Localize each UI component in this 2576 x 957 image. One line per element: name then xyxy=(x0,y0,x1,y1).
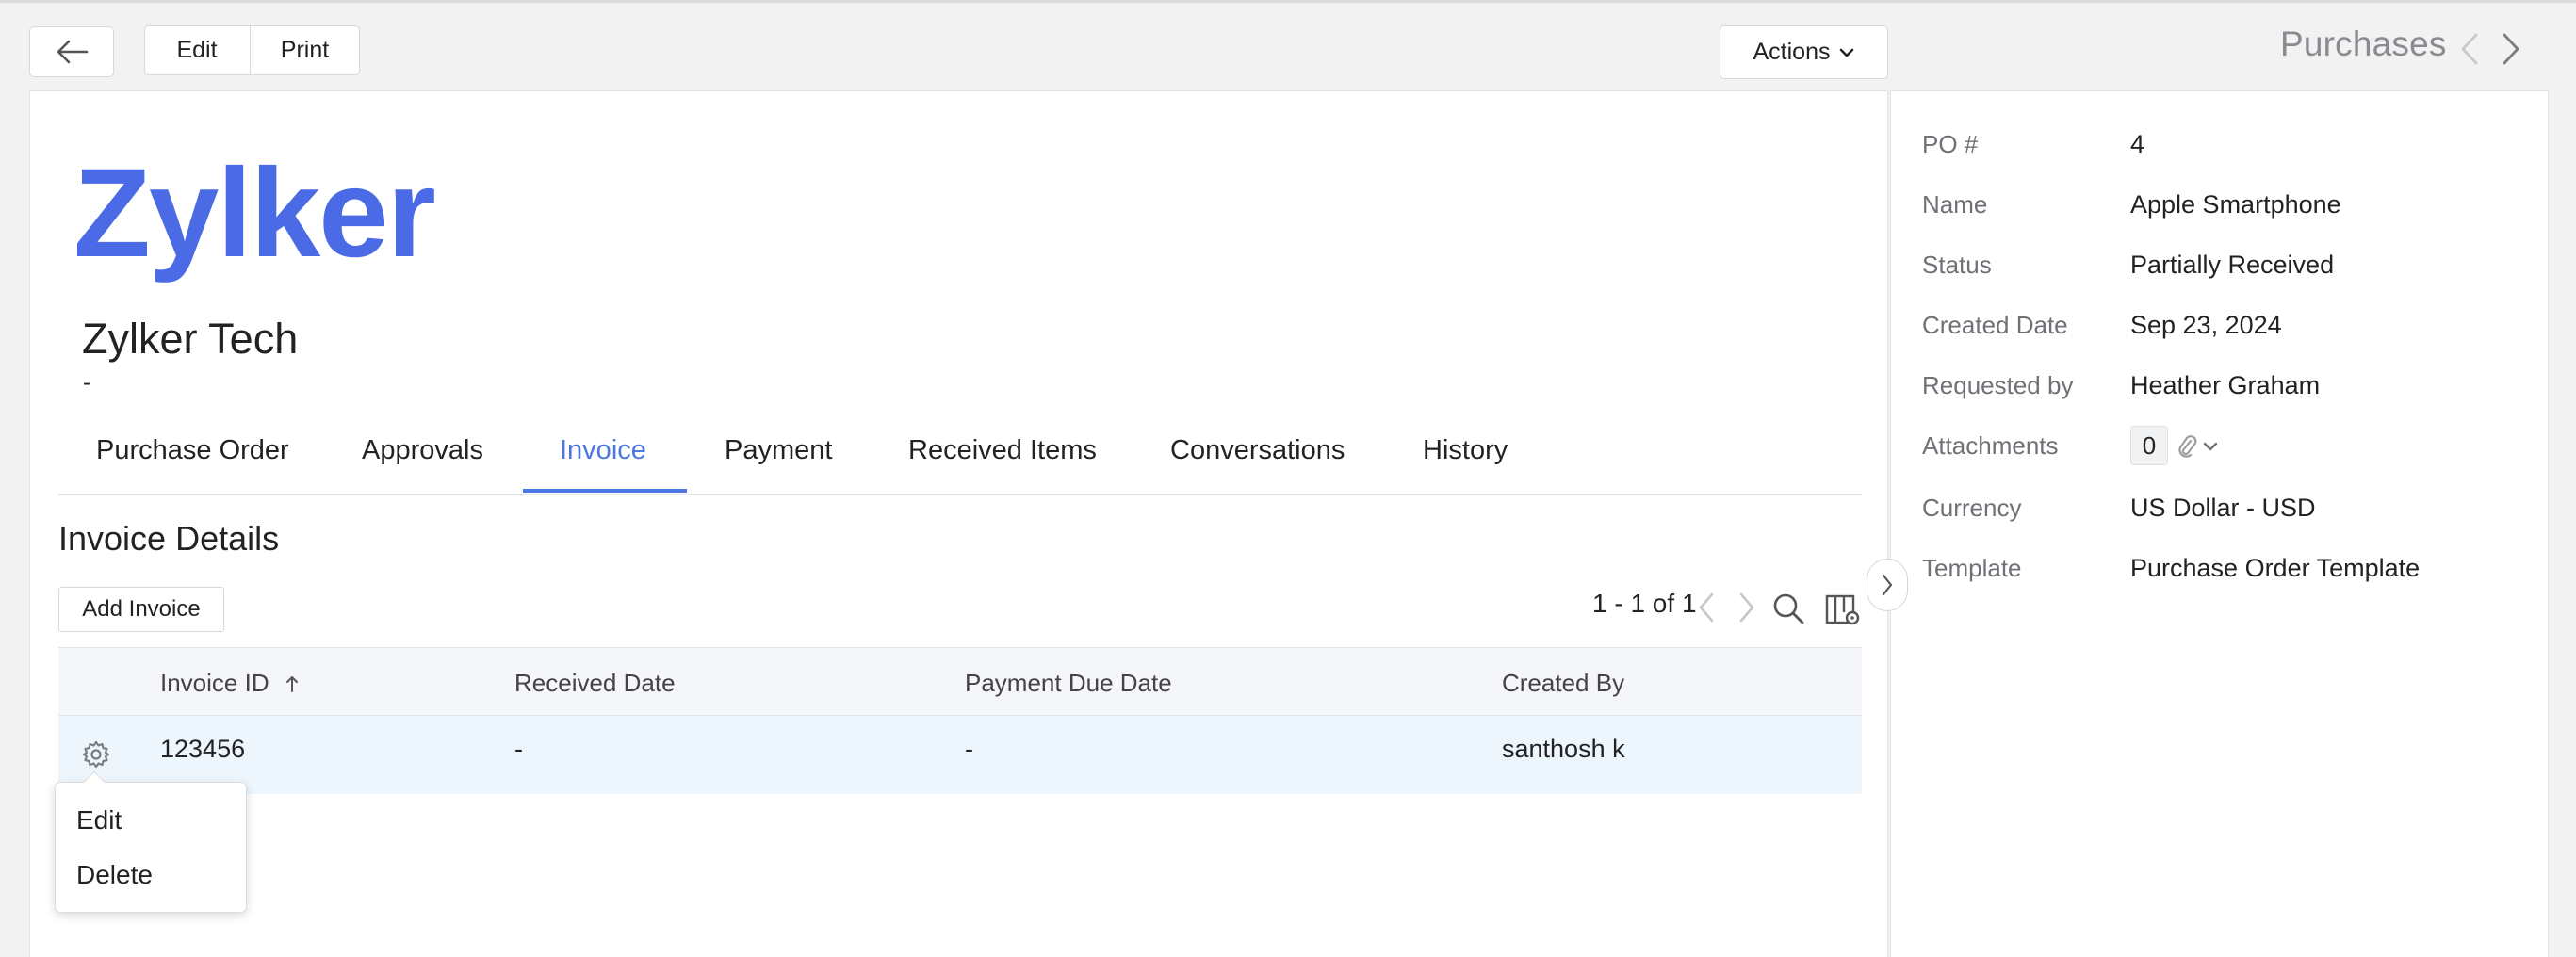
company-name: Zylker Tech xyxy=(82,315,299,363)
row-action-menu: Edit Delete xyxy=(55,782,247,913)
detail-label-currency: Currency xyxy=(1922,494,2022,522)
next-record-icon[interactable] xyxy=(2499,32,2523,66)
back-button[interactable] xyxy=(29,26,114,77)
tab-invoice[interactable]: Invoice xyxy=(560,435,646,466)
search-icon[interactable] xyxy=(1771,592,1805,625)
detail-label-po-number: PO # xyxy=(1922,130,1979,158)
column-label: Invoice ID xyxy=(160,669,269,697)
cell-created-by: santhosh k xyxy=(1502,735,1625,763)
detail-value-status: Partially Received xyxy=(2130,251,2335,279)
tab-bar: Purchase Order Approvals Invoice Payment… xyxy=(58,424,1862,495)
cell-payment-due-date: - xyxy=(965,735,973,763)
column-header-payment-due-date[interactable]: Payment Due Date xyxy=(965,669,1172,698)
sort-arrow-up-icon xyxy=(285,676,298,692)
actions-button[interactable]: Actions xyxy=(1720,25,1888,79)
detail-label-template: Template xyxy=(1922,554,2022,582)
detail-label-status: Status xyxy=(1922,251,1992,279)
module-title: Purchases xyxy=(2280,24,2447,63)
company-logo: Zylker xyxy=(73,143,436,284)
chevron-right-icon xyxy=(1882,574,1893,596)
chevron-left-icon[interactable] xyxy=(1696,591,1717,624)
column-header-invoice-id[interactable]: Invoice ID xyxy=(160,669,299,698)
table-header: Invoice ID Received Date Payment Due Dat… xyxy=(58,647,1862,716)
tab-payment[interactable]: Payment xyxy=(725,435,832,466)
detail-value-name: Apple Smartphone xyxy=(2130,190,2341,219)
detail-value-currency: US Dollar - USD xyxy=(2130,494,2316,522)
detail-value-requested-by: Heather Graham xyxy=(2130,371,2321,399)
paperclip-icon[interactable] xyxy=(2176,433,2198,460)
section-title: Invoice Details xyxy=(58,519,280,558)
table-row[interactable]: 123456 - - santhosh k xyxy=(58,716,1862,794)
chevron-down-icon xyxy=(1840,48,1854,57)
detail-label-attachments: Attachments xyxy=(1922,431,2059,460)
tab-conversations[interactable]: Conversations xyxy=(1170,435,1345,466)
gear-icon[interactable] xyxy=(80,738,112,770)
pagination-text: 1 - 1 of 1 xyxy=(1592,589,1697,618)
print-button[interactable]: Print xyxy=(251,26,360,74)
add-invoice-button[interactable]: Add Invoice xyxy=(58,587,224,632)
detail-value-po-number: 4 xyxy=(2130,130,2145,158)
edit-button[interactable]: Edit xyxy=(145,26,251,74)
details-panel xyxy=(1890,90,2549,957)
chevron-right-icon[interactable] xyxy=(1736,591,1757,624)
detail-value-created-date: Sep 23, 2024 xyxy=(2130,311,2282,339)
previous-record-icon[interactable] xyxy=(2457,32,2482,66)
company-subtext: - xyxy=(83,370,90,396)
top-border xyxy=(0,0,2576,3)
column-header-created-by[interactable]: Created By xyxy=(1502,669,1624,698)
cell-invoice-id[interactable]: 123456 xyxy=(160,735,245,764)
tab-purchase-order[interactable]: Purchase Order xyxy=(96,435,289,466)
tab-history[interactable]: History xyxy=(1423,435,1508,466)
tab-received-items[interactable]: Received Items xyxy=(908,435,1097,466)
chevron-down-icon[interactable] xyxy=(2202,440,2219,453)
collapse-panel-button[interactable] xyxy=(1867,559,1908,611)
menu-item-edit[interactable]: Edit xyxy=(76,805,122,835)
attachments-count[interactable]: 0 xyxy=(2130,426,2168,465)
actions-label: Actions xyxy=(1753,39,1831,65)
detail-label-name: Name xyxy=(1922,190,1988,219)
detail-label-requested-by: Requested by xyxy=(1922,371,2074,399)
column-header-received-date[interactable]: Received Date xyxy=(514,669,676,698)
column-settings-icon[interactable] xyxy=(1825,593,1863,627)
edit-print-group: Edit Print xyxy=(144,25,360,75)
active-tab-indicator xyxy=(523,489,687,493)
menu-item-delete[interactable]: Delete xyxy=(76,860,153,890)
cell-received-date: - xyxy=(514,735,523,763)
arrow-left-icon xyxy=(57,40,89,64)
tab-approvals[interactable]: Approvals xyxy=(362,435,483,466)
detail-label-created-date: Created Date xyxy=(1922,311,2068,339)
detail-value-template: Purchase Order Template xyxy=(2130,554,2421,582)
